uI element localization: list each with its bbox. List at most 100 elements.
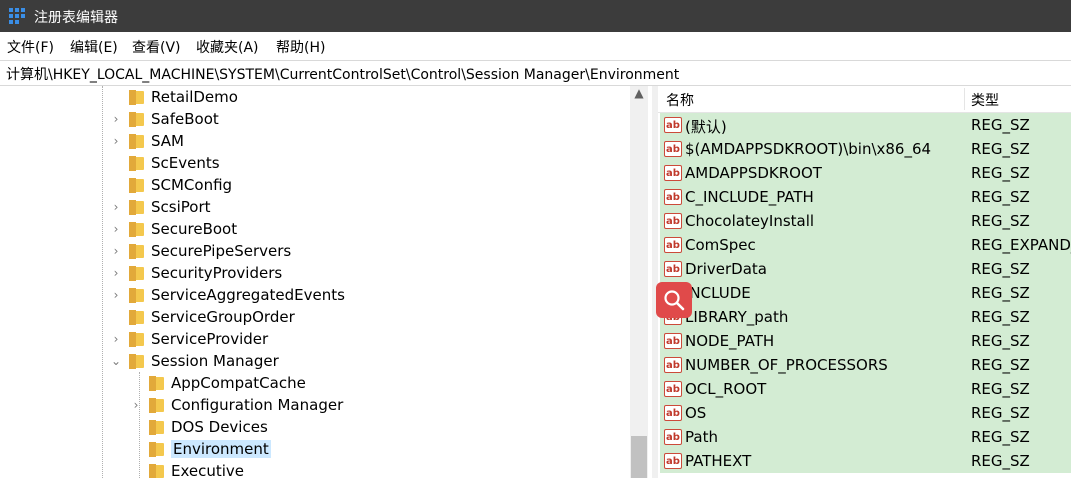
address-bar[interactable]: 计算机\HKEY_LOCAL_MACHINE\SYSTEM\CurrentCon… bbox=[0, 60, 1071, 86]
value-row[interactable]: ab Path REG_SZ bbox=[660, 425, 1071, 449]
value-row[interactable]: ab NUMBER_OF_PROCESSORS REG_SZ bbox=[660, 353, 1071, 377]
tree-item-label: ServiceProvider bbox=[151, 330, 269, 348]
value-type: REG_SZ bbox=[971, 188, 1030, 206]
value-row[interactable]: ab PATHEXT REG_SZ bbox=[660, 449, 1071, 473]
chevron-down-icon[interactable]: ⌄ bbox=[110, 354, 122, 368]
value-name: OS bbox=[685, 404, 707, 422]
tree-item[interactable]: DOS Devices bbox=[0, 416, 630, 438]
string-value-icon: ab bbox=[664, 333, 682, 349]
chevron-right-icon[interactable]: › bbox=[110, 112, 122, 126]
string-value-icon: ab bbox=[664, 453, 682, 469]
value-row[interactable]: ab C_INCLUDE_PATH REG_SZ bbox=[660, 185, 1071, 209]
string-value-icon: ab bbox=[664, 213, 682, 229]
tree-item[interactable]: › SecurePipeServers bbox=[0, 240, 630, 262]
value-row[interactable]: ab NODE_PATH REG_SZ bbox=[660, 329, 1071, 353]
chevron-right-icon[interactable]: › bbox=[110, 134, 122, 148]
tree-item[interactable]: › Configuration Manager bbox=[0, 394, 630, 416]
value-row[interactable]: ab OS REG_SZ bbox=[660, 401, 1071, 425]
tree-item-label: Executive bbox=[171, 462, 245, 478]
list-header: 名称 类型 bbox=[658, 86, 1071, 113]
scrollbar-thumb[interactable] bbox=[631, 436, 647, 478]
value-type: REG_SZ bbox=[971, 452, 1030, 470]
tree-item[interactable]: Executive bbox=[0, 460, 630, 478]
tree-item[interactable]: Environment bbox=[0, 438, 630, 460]
chevron-right-icon[interactable]: › bbox=[110, 200, 122, 214]
tree-item[interactable]: › ScsiPort bbox=[0, 196, 630, 218]
value-type: REG_SZ bbox=[971, 164, 1030, 182]
tree-item[interactable]: AppCompatCache bbox=[0, 372, 630, 394]
tree-item-label: SecureBoot bbox=[151, 220, 238, 238]
folder-icon bbox=[129, 200, 144, 215]
value-row[interactable]: ab ComSpec REG_EXPAND_ bbox=[660, 233, 1071, 257]
tree-item[interactable]: › ServiceAggregatedEvents bbox=[0, 284, 630, 306]
scroll-up-icon[interactable]: ▲ bbox=[632, 86, 646, 104]
menu-edit[interactable]: 编辑(E) bbox=[70, 37, 118, 57]
chevron-right-icon[interactable]: › bbox=[110, 266, 122, 280]
folder-icon bbox=[149, 442, 164, 457]
menu-help[interactable]: 帮助(H) bbox=[276, 37, 325, 57]
value-row[interactable]: ab AMDAPPSDKROOT REG_SZ bbox=[660, 161, 1071, 185]
value-name: LIBRARY_path bbox=[685, 308, 789, 326]
tree-item[interactable]: › SecurityProviders bbox=[0, 262, 630, 284]
tree-item-label: SecurityProviders bbox=[151, 264, 283, 282]
tree-item-label: ScsiPort bbox=[151, 198, 211, 216]
chevron-right-icon[interactable]: › bbox=[110, 288, 122, 302]
folder-icon bbox=[129, 244, 144, 259]
value-name: AMDAPPSDKROOT bbox=[685, 164, 822, 182]
menu-favorites[interactable]: 收藏夹(A) bbox=[196, 37, 259, 57]
value-row[interactable]: ab DriverData REG_SZ bbox=[660, 257, 1071, 281]
value-type: REG_SZ bbox=[971, 404, 1030, 422]
value-row[interactable]: ab (默认) REG_SZ bbox=[660, 113, 1071, 137]
value-row[interactable]: abLIBRARY_pathREG_SZ bbox=[660, 305, 1071, 329]
values-list: 名称 类型 ab (默认) REG_SZ ab $(AMDAPPSDKROOT)\bin… bbox=[658, 86, 1071, 478]
tree-item[interactable]: › SAM bbox=[0, 130, 630, 152]
value-name: (默认) bbox=[685, 118, 727, 136]
string-value-icon: ab bbox=[664, 261, 682, 277]
chevron-right-icon[interactable]: › bbox=[110, 244, 122, 258]
value-row[interactable]: abINCLUDEREG_SZ bbox=[660, 281, 1071, 305]
value-name: $(AMDAPPSDKROOT)\bin\x86_64 bbox=[685, 140, 932, 158]
column-name[interactable]: 名称 bbox=[666, 90, 694, 110]
tree-item[interactable]: ScEvents bbox=[0, 152, 630, 174]
tree-item[interactable]: ServiceGroupOrder bbox=[0, 306, 630, 328]
folder-icon bbox=[129, 90, 144, 105]
tree-item-label: Environment bbox=[171, 440, 271, 458]
value-name: PATHEXT bbox=[685, 452, 752, 470]
tree-item[interactable]: › SecureBoot bbox=[0, 218, 630, 240]
magnifier-icon[interactable] bbox=[656, 282, 692, 318]
tree-item[interactable]: › ServiceProvider bbox=[0, 328, 630, 350]
tree-item[interactable]: SCMConfig bbox=[0, 174, 630, 196]
chevron-right-icon[interactable]: › bbox=[130, 398, 142, 412]
tree-item-label: SafeBoot bbox=[151, 110, 219, 128]
menu-view[interactable]: 查看(V) bbox=[132, 37, 181, 57]
tree-item-label: SecurePipeServers bbox=[151, 242, 292, 260]
folder-icon bbox=[129, 222, 144, 237]
value-row[interactable]: ab $(AMDAPPSDKROOT)\bin\x86_64 REG_SZ bbox=[660, 137, 1071, 161]
address-path[interactable]: 计算机\HKEY_LOCAL_MACHINE\SYSTEM\CurrentCon… bbox=[6, 64, 679, 84]
tree-item[interactable]: ⌄ Session Manager bbox=[0, 350, 630, 372]
folder-icon bbox=[129, 156, 144, 171]
tree-item[interactable]: › SafeBoot bbox=[0, 108, 630, 130]
chevron-right-icon[interactable]: › bbox=[110, 222, 122, 236]
value-row[interactable]: ab OCL_ROOT REG_SZ bbox=[660, 377, 1071, 401]
tree-item-label: AppCompatCache bbox=[171, 374, 306, 392]
value-name: ComSpec bbox=[685, 236, 756, 254]
tree-scrollbar[interactable]: ▲ bbox=[630, 86, 648, 478]
tree-item-label: Configuration Manager bbox=[171, 396, 344, 414]
tree-item-label: DOS Devices bbox=[171, 418, 268, 436]
tree-item[interactable]: RetailDemo bbox=[0, 86, 630, 108]
value-type: REG_SZ bbox=[971, 260, 1030, 278]
chevron-right-icon[interactable]: › bbox=[110, 332, 122, 346]
value-type: REG_SZ bbox=[971, 356, 1030, 374]
string-value-icon: ab bbox=[664, 189, 682, 205]
string-value-icon: ab bbox=[664, 405, 682, 421]
column-type[interactable]: 类型 bbox=[971, 90, 999, 110]
value-row[interactable]: ab ChocolateyInstall REG_SZ bbox=[660, 209, 1071, 233]
value-name: C_INCLUDE_PATH bbox=[685, 188, 814, 206]
menu-file[interactable]: 文件(F) bbox=[7, 37, 54, 57]
menu-bar: 文件(F) 编辑(E) 查看(V) 收藏夹(A) 帮助(H) bbox=[0, 34, 1071, 58]
folder-icon bbox=[129, 332, 144, 347]
folder-icon bbox=[129, 288, 144, 303]
column-divider[interactable] bbox=[964, 88, 965, 110]
folder-icon bbox=[129, 134, 144, 149]
